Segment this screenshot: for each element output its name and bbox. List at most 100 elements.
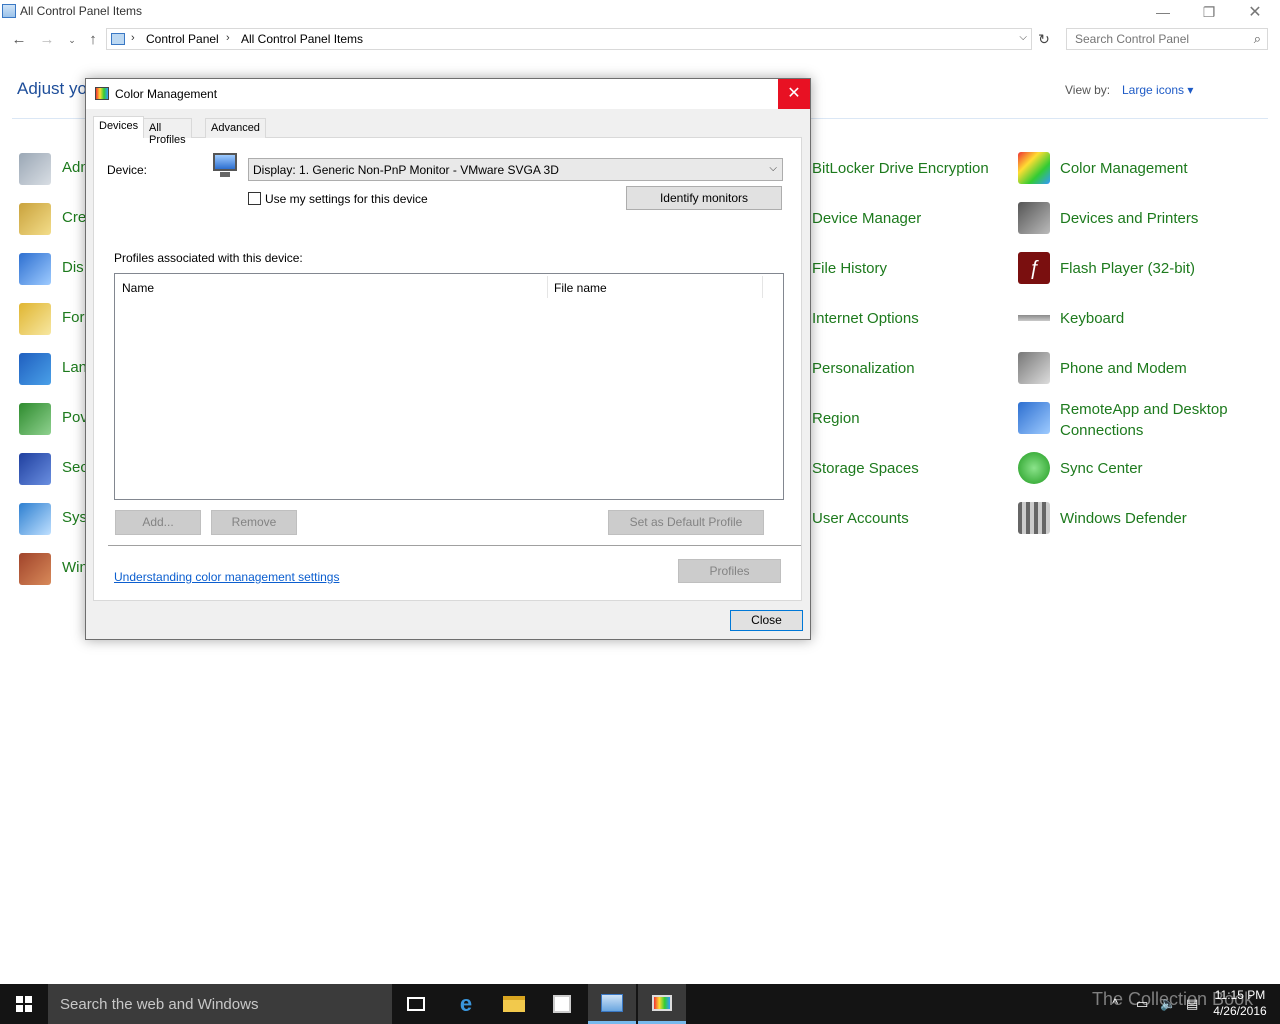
cp-item-region[interactable]: Region	[812, 398, 860, 438]
cp-item-file-history[interactable]: File History	[812, 248, 887, 288]
cp-item-label[interactable]: Phone and Modem	[1060, 358, 1187, 379]
language-icon[interactable]	[19, 353, 51, 385]
cp-item-security[interactable]: Sec	[62, 459, 88, 476]
use-my-settings-checkbox[interactable]	[248, 192, 261, 205]
power-options-icon[interactable]	[19, 403, 51, 435]
help-link[interactable]: Understanding color management settings	[114, 570, 339, 584]
breadcrumb-all-items[interactable]: All Control Panel Items	[241, 32, 363, 46]
close-window-button[interactable]: ✕	[1232, 0, 1278, 24]
add-button[interactable]: Add...	[115, 510, 201, 535]
cp-item-label[interactable]: Color Management	[1060, 158, 1188, 179]
cp-item-phone-modem[interactable]: Phone and Modem	[1018, 348, 1187, 388]
device-dropdown[interactable]: Display: 1. Generic Non-PnP Monitor - VM…	[248, 158, 783, 181]
cp-item-system[interactable]: Sys	[62, 509, 87, 526]
close-button[interactable]: Close	[730, 610, 803, 631]
cp-item-device-manager[interactable]: Device Manager	[812, 198, 921, 238]
cp-item-label[interactable]: Region	[812, 408, 860, 429]
column-divider[interactable]	[762, 276, 763, 298]
fonts-icon[interactable]	[19, 303, 51, 335]
cp-item-label[interactable]: Windows Defender	[1060, 508, 1187, 529]
cp-item-bitlocker[interactable]: BitLocker Drive Encryption	[812, 148, 989, 188]
identify-monitors-button[interactable]: Identify monitors	[626, 186, 782, 210]
cp-item-power[interactable]: Pov	[62, 409, 88, 426]
search-input[interactable]	[1075, 29, 1245, 49]
cp-item-language[interactable]: Lan	[62, 359, 87, 376]
taskbar-search[interactable]: Search the web and Windows	[48, 984, 392, 1024]
forward-arrow-icon[interactable]: →	[38, 30, 56, 50]
cp-item-user-accounts[interactable]: User Accounts	[812, 498, 909, 538]
breadcrumb-chevron-icon[interactable]: ›	[226, 32, 230, 44]
breadcrumb-chevron-icon[interactable]: ›	[131, 32, 135, 44]
cp-item-keyboard[interactable]: Keyboard	[1018, 298, 1124, 338]
display-icon[interactable]	[19, 253, 51, 285]
cp-item-label[interactable]: Personalization	[812, 358, 915, 379]
credential-manager-icon[interactable]	[19, 203, 51, 235]
taskbar-search-text[interactable]: Search the web and Windows	[60, 996, 258, 1013]
clock[interactable]: 11:15 PM 4/26/2016	[1212, 987, 1268, 1019]
cp-item-label[interactable]: Devices and Printers	[1060, 208, 1198, 229]
network-icon[interactable]: ▭	[1136, 996, 1148, 1012]
cp-item-label[interactable]: User Accounts	[812, 508, 909, 529]
dialog-close-icon[interactable]: ✕	[778, 79, 810, 109]
remove-button[interactable]: Remove	[211, 510, 297, 535]
cp-item-label[interactable]: Storage Spaces	[812, 458, 919, 479]
back-arrow-icon[interactable]: ←	[10, 30, 28, 50]
search-icon[interactable]: ⌕	[1254, 31, 1261, 47]
edge-icon[interactable]: e	[442, 984, 490, 1024]
cp-item-display[interactable]: Dis	[62, 259, 84, 276]
breadcrumb-control-panel[interactable]: Control Panel	[146, 32, 219, 46]
cp-item-devices-printers[interactable]: Devices and Printers	[1018, 198, 1198, 238]
cp-item-label[interactable]: Flash Player (32-bit)	[1060, 258, 1195, 279]
cp-item-windows-defender[interactable]: Windows Defender	[1018, 498, 1187, 538]
cp-item-credential[interactable]: Cre	[62, 209, 86, 226]
set-default-profile-button[interactable]: Set as Default Profile	[608, 510, 764, 535]
cp-item-flash-player[interactable]: ƒ Flash Player (32-bit)	[1018, 248, 1195, 288]
cp-item-label[interactable]: BitLocker Drive Encryption	[812, 158, 989, 179]
chevron-down-icon[interactable]: ⌵	[769, 163, 777, 174]
cp-item-fonts[interactable]: For	[62, 309, 85, 326]
firewall-icon[interactable]	[19, 553, 51, 585]
tab-devices[interactable]: Devices	[93, 116, 145, 138]
volume-icon[interactable]: 🔈	[1160, 996, 1176, 1012]
color-management-taskbar-icon[interactable]	[638, 984, 686, 1024]
cp-item-remoteapp[interactable]: RemoteApp and Desktop Connections	[1018, 398, 1250, 442]
start-button[interactable]	[0, 984, 48, 1024]
cp-item-label[interactable]: Sync Center	[1060, 458, 1143, 479]
cp-item-label[interactable]: File History	[812, 258, 887, 279]
show-hidden-icons-icon[interactable]: ^	[1112, 996, 1118, 1011]
address-bar[interactable]: › Control Panel › All Control Panel Item…	[106, 28, 1032, 50]
administrative-tools-icon[interactable]	[19, 153, 51, 185]
tab-all-profiles[interactable]: All Profiles	[143, 118, 192, 146]
cp-item-firewall[interactable]: Win	[62, 559, 88, 576]
control-panel-taskbar-icon[interactable]	[588, 984, 636, 1024]
column-header-name[interactable]: Name	[115, 274, 547, 300]
tab-advanced[interactable]: Advanced	[205, 118, 266, 138]
up-arrow-icon[interactable]: ↑	[84, 30, 102, 50]
cp-item-label[interactable]: RemoteApp and Desktop Connections	[1060, 399, 1250, 441]
cp-item-storage-spaces[interactable]: Storage Spaces	[812, 448, 919, 488]
security-flag-icon[interactable]	[19, 453, 51, 485]
cp-item-label[interactable]: Keyboard	[1060, 308, 1124, 329]
column-header-file-name[interactable]: File name	[547, 274, 762, 300]
cp-item-internet-options[interactable]: Internet Options	[812, 298, 919, 338]
cp-item-label[interactable]: Device Manager	[812, 208, 921, 229]
task-view-icon[interactable]	[392, 984, 440, 1024]
store-icon[interactable]	[538, 984, 586, 1024]
use-my-settings-label[interactable]: Use my settings for this device	[265, 192, 428, 206]
profiles-button[interactable]: Profiles	[678, 559, 781, 583]
address-dropdown-icon[interactable]: ⌵	[1019, 32, 1027, 43]
file-explorer-icon[interactable]	[490, 984, 538, 1024]
refresh-icon[interactable]: ↻	[1034, 30, 1054, 50]
search-box[interactable]: ⌕	[1066, 28, 1268, 50]
cp-item-sync-center[interactable]: Sync Center	[1018, 448, 1143, 488]
action-center-icon[interactable]: ▤	[1186, 996, 1198, 1012]
system-icon[interactable]	[19, 503, 51, 535]
cp-item-personalization[interactable]: Personalization	[812, 348, 915, 388]
profiles-list[interactable]: Name File name	[114, 273, 784, 500]
cp-item-label[interactable]: Internet Options	[812, 308, 919, 329]
maximize-button[interactable]: ❐	[1186, 0, 1232, 24]
view-by-dropdown[interactable]: Large icons ▾	[1122, 83, 1193, 97]
cp-item-color-management[interactable]: Color Management	[1018, 148, 1188, 188]
recent-locations-chevron-icon[interactable]: ⌄	[63, 30, 81, 50]
minimize-button[interactable]: —	[1140, 0, 1186, 24]
